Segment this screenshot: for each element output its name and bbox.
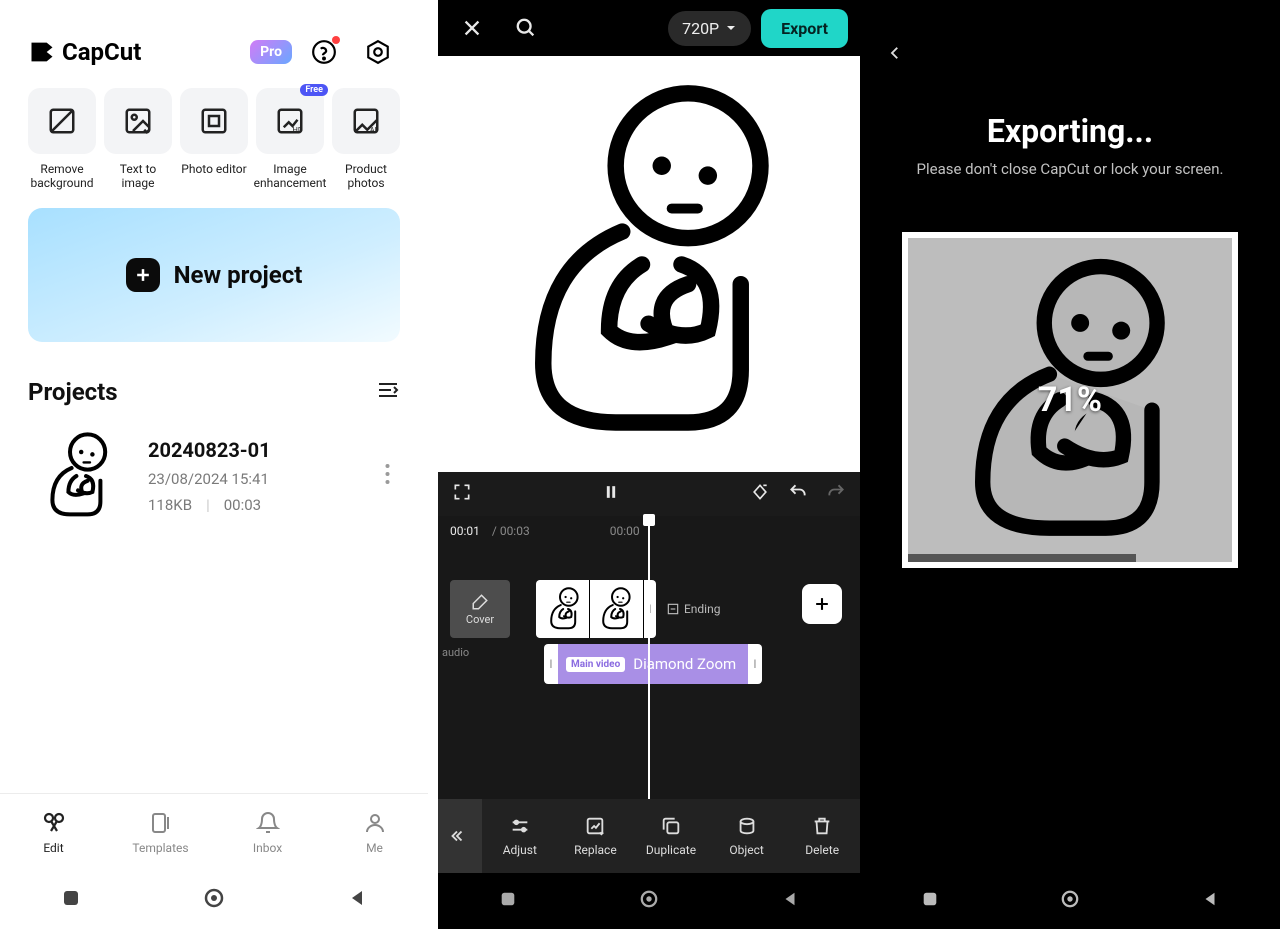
free-tag: Free bbox=[300, 84, 328, 96]
export-percent: 71% bbox=[1038, 380, 1102, 420]
help-button[interactable] bbox=[302, 30, 346, 74]
search-button[interactable] bbox=[504, 6, 548, 50]
project-more-button[interactable] bbox=[375, 454, 400, 498]
effect-tag: Main video bbox=[566, 657, 625, 672]
time-current: 00:01 bbox=[450, 524, 480, 538]
sort-button[interactable] bbox=[376, 378, 400, 406]
fullscreen-button[interactable] bbox=[452, 482, 472, 506]
plus-icon bbox=[126, 258, 160, 292]
export-title: Exporting... bbox=[860, 112, 1280, 150]
tool-image-enhancement[interactable]: Free HD Image enhancement bbox=[256, 88, 324, 190]
nav-edit[interactable]: Edit bbox=[0, 794, 107, 871]
nav-inbox[interactable]: Inbox bbox=[214, 794, 321, 871]
close-button[interactable] bbox=[450, 6, 494, 50]
effect-handle-left[interactable]: | bbox=[544, 644, 558, 684]
resolution-dropdown[interactable]: 720P bbox=[668, 11, 751, 46]
cover-clip[interactable]: Cover bbox=[450, 580, 510, 638]
sys-home-icon[interactable] bbox=[640, 890, 658, 912]
effect-clip[interactable]: | Main video Diamond Zoom | bbox=[544, 644, 848, 684]
timeline[interactable]: 00:01 / 00:03 00:00 audio Cover | Ending… bbox=[438, 516, 860, 799]
undo-button[interactable] bbox=[788, 482, 808, 506]
tools-row: Remove background Text to image Photo ed… bbox=[0, 88, 428, 208]
sys-back-icon[interactable] bbox=[1201, 890, 1219, 912]
export-topbar bbox=[860, 0, 1280, 110]
pause-button[interactable] bbox=[601, 482, 621, 506]
system-nav-1 bbox=[0, 871, 428, 929]
bottom-nav: Edit Templates Inbox Me bbox=[0, 793, 428, 871]
tool-replace[interactable]: Replace bbox=[558, 815, 634, 857]
pro-badge[interactable]: Pro bbox=[250, 40, 292, 64]
system-nav-3 bbox=[860, 873, 1280, 929]
keyframe-button[interactable] bbox=[750, 482, 770, 506]
add-clip-button[interactable] bbox=[802, 584, 842, 624]
back-button[interactable] bbox=[886, 44, 904, 66]
app-name: CapCut bbox=[62, 38, 141, 66]
effect-handle-right[interactable]: | bbox=[748, 644, 762, 684]
preview-canvas[interactable] bbox=[438, 56, 860, 472]
tool-adjust[interactable]: Adjust bbox=[482, 815, 558, 857]
tool-object[interactable]: Object bbox=[709, 815, 785, 857]
projects-title: Projects bbox=[28, 378, 118, 406]
tool-remove-background[interactable]: Remove background bbox=[28, 88, 96, 190]
export-preview: 71% bbox=[902, 232, 1238, 568]
capcut-logo: CapCut bbox=[28, 38, 141, 66]
project-name: 20240823-01 bbox=[148, 438, 355, 462]
project-date: 23/08/2024 15:41 bbox=[148, 470, 355, 488]
new-project-label: New project bbox=[174, 261, 303, 289]
projects-header: Projects bbox=[0, 342, 428, 420]
new-project-button[interactable]: New project bbox=[28, 208, 400, 342]
logo-icon bbox=[28, 38, 56, 66]
sys-back-icon[interactable] bbox=[347, 888, 367, 912]
project-duration: 00:03 bbox=[224, 496, 261, 514]
toolbar-back-button[interactable] bbox=[438, 799, 482, 873]
svg-text:AI: AI bbox=[370, 125, 377, 134]
tool-photo-editor[interactable]: Photo editor bbox=[180, 88, 248, 190]
nav-templates[interactable]: Templates bbox=[107, 794, 214, 871]
svg-text:HD: HD bbox=[293, 125, 303, 134]
export-screen: Exporting... Please don't close CapCut o… bbox=[860, 0, 1280, 929]
time-tick: 00:00 bbox=[610, 524, 640, 538]
sys-recent-icon[interactable] bbox=[499, 890, 517, 912]
system-nav-2 bbox=[438, 873, 860, 929]
sys-recent-icon[interactable] bbox=[921, 890, 939, 912]
sys-home-icon[interactable] bbox=[204, 888, 224, 912]
editor-screen: 720P Export 00:01 / 00:03 00:00 audio Co… bbox=[438, 0, 860, 929]
nav-me[interactable]: Me bbox=[321, 794, 428, 871]
tool-product-photos[interactable]: AI Product photos bbox=[332, 88, 400, 190]
settings-button[interactable] bbox=[356, 30, 400, 74]
editor-topbar: 720P Export bbox=[438, 0, 860, 56]
tool-text-to-image[interactable]: Text to image bbox=[104, 88, 172, 190]
playback-controls bbox=[438, 472, 860, 516]
time-total: / 00:03 bbox=[492, 524, 530, 538]
export-progress-bar bbox=[908, 554, 1136, 562]
ending-marker[interactable]: Ending bbox=[666, 602, 721, 616]
tool-delete[interactable]: Delete bbox=[784, 815, 860, 857]
export-button[interactable]: Export bbox=[761, 9, 848, 48]
playhead[interactable] bbox=[648, 516, 650, 799]
project-size: 118KB bbox=[148, 496, 192, 514]
notification-dot bbox=[332, 36, 340, 44]
project-item[interactable]: 20240823-01 23/08/2024 15:41 118KB | 00:… bbox=[0, 420, 428, 532]
tool-duplicate[interactable]: Duplicate bbox=[633, 815, 709, 857]
export-subtitle: Please don't close CapCut or lock your s… bbox=[860, 160, 1280, 178]
sys-recent-icon[interactable] bbox=[61, 888, 81, 912]
video-clip[interactable]: | bbox=[536, 580, 656, 638]
home-header: CapCut Pro bbox=[0, 0, 428, 88]
redo-button[interactable] bbox=[826, 482, 846, 506]
chevron-down-icon bbox=[725, 22, 737, 34]
project-thumbnail bbox=[28, 426, 128, 526]
sys-back-icon[interactable] bbox=[781, 890, 799, 912]
project-meta: 20240823-01 23/08/2024 15:41 118KB | 00:… bbox=[148, 438, 355, 514]
home-screen: CapCut Pro Remove background Text to ima… bbox=[0, 0, 428, 929]
sys-home-icon[interactable] bbox=[1061, 890, 1079, 912]
edit-toolbar: Adjust Replace Duplicate Object Delete bbox=[438, 799, 860, 873]
